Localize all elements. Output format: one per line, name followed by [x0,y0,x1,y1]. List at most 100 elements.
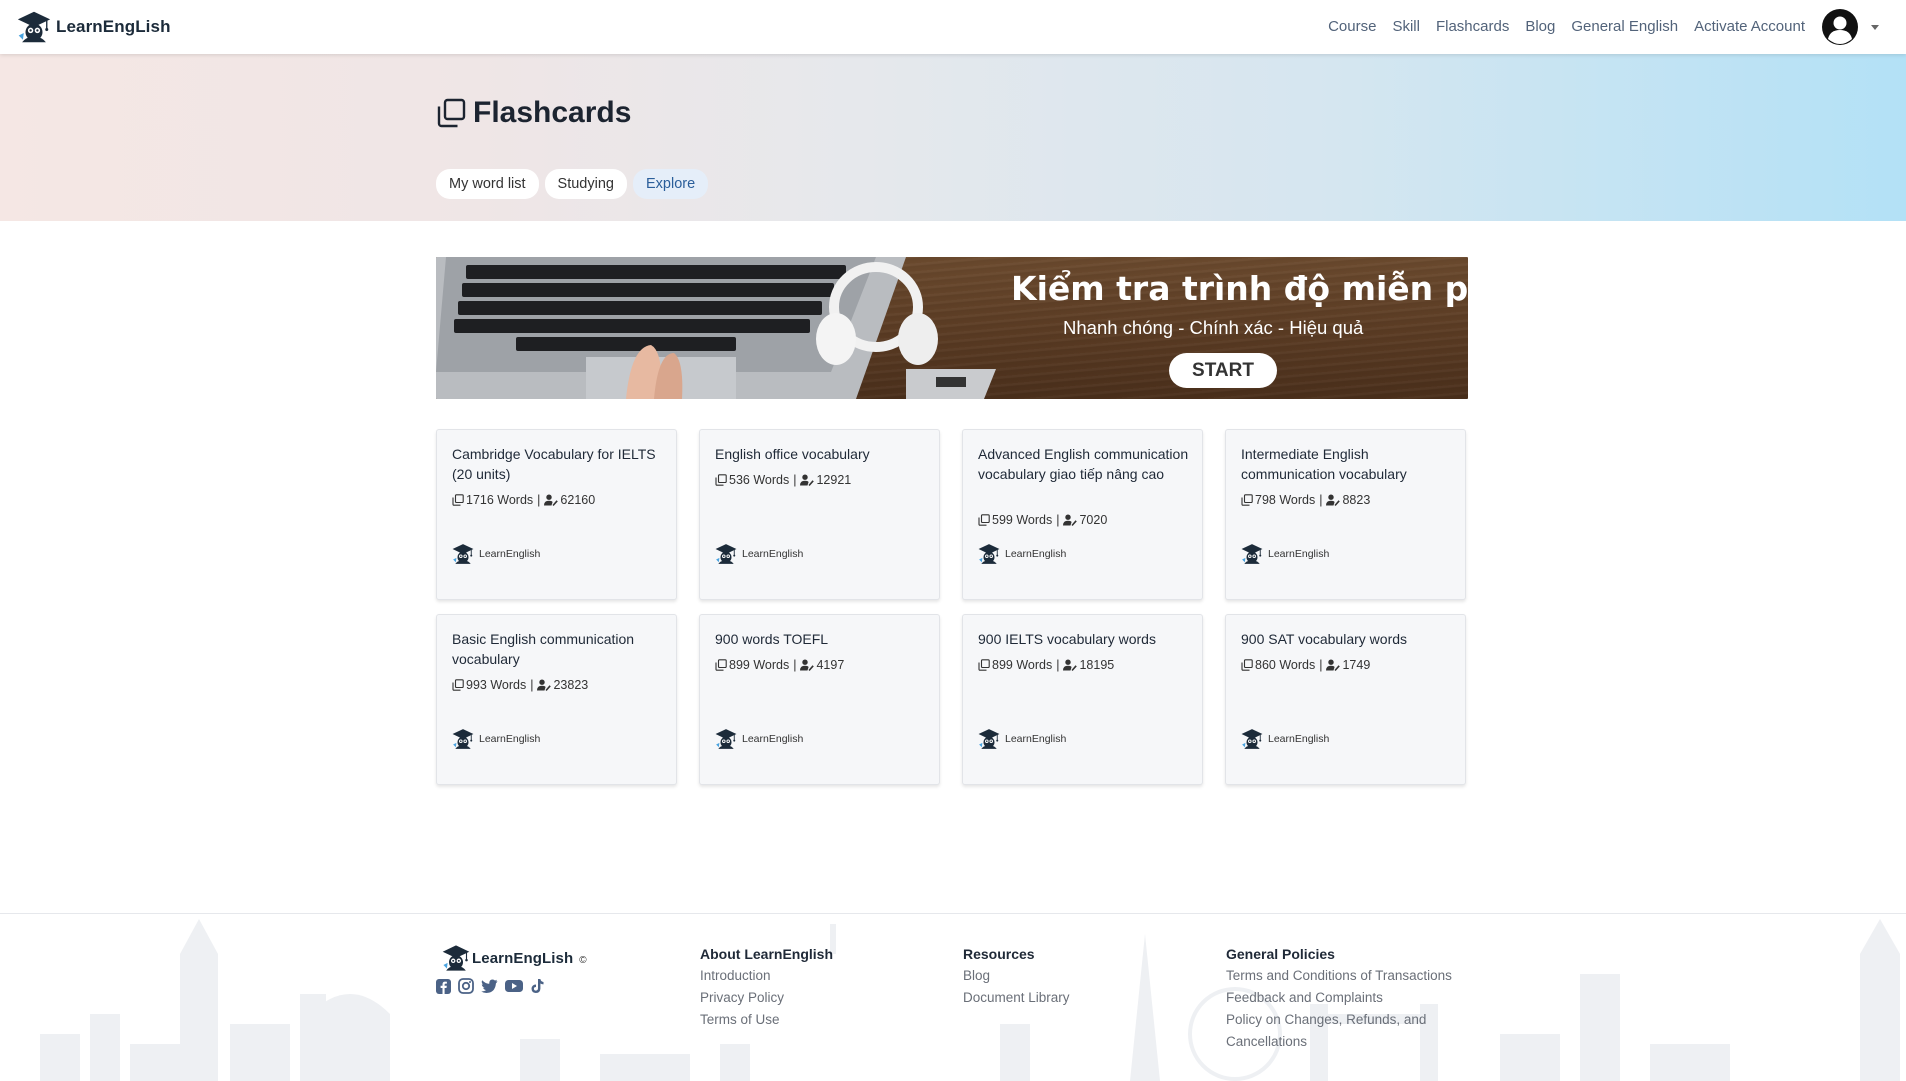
card-word-count: 536 Words [729,473,790,487]
card-meta: 899 Words | 18195 [978,658,1114,672]
flashcard-set-card[interactable]: Basic English communication vocabulary 9… [436,614,677,785]
footer-link-feedback-complaints[interactable]: Feedback and Complaints [1226,987,1476,1009]
cards-icon [715,474,727,486]
card-author-name: LearnEnglish [479,733,541,745]
hero-header: Flashcards My word list Studying Explore [0,54,1906,221]
page-title: Flashcards [436,96,631,130]
nav-link-skill[interactable]: Skill [1392,9,1420,45]
tiktok-icon[interactable] [530,978,545,994]
twitter-icon[interactable] [481,979,498,994]
learners-icon [1063,659,1077,671]
footer-about-column: About LearnEnglish Introduction Privacy … [700,945,833,1031]
footer-link-introduction[interactable]: Introduction [700,965,833,987]
footer-about-title: About LearnEnglish [700,946,833,962]
author-logo-icon [452,728,474,750]
card-author: LearnEnglish [1241,728,1329,750]
footer-link-refund-policy[interactable]: Policy on Changes, Refunds, and Cancella… [1226,1009,1476,1053]
site-footer: LearnEngLish © About LearnEnglish Introd… [0,913,1906,1081]
copyright-symbol: © [579,954,587,966]
card-author: LearnEnglish [452,543,540,565]
nav-link-activate-account[interactable]: Activate Account [1694,9,1805,45]
card-author: LearnEnglish [978,728,1066,750]
footer-link-document-library[interactable]: Document Library [963,987,1070,1009]
tab-studying[interactable]: Studying [544,169,627,199]
card-author-name: LearnEnglish [742,733,804,745]
author-logo-icon [1241,543,1263,565]
footer-logo-icon [440,944,472,972]
tab-explore[interactable]: Explore [632,169,709,199]
tab-my-word-list[interactable]: My word list [436,169,539,199]
card-word-count: 993 Words [466,678,527,692]
card-author: LearnEnglish [978,543,1066,565]
card-meta: 1716 Words | 62160 [452,493,595,507]
card-author: LearnEnglish [1241,543,1329,565]
cards-icon [978,514,990,526]
instagram-icon[interactable] [458,978,474,994]
card-learner-count: 7020 [1079,513,1108,527]
flashcard-set-card[interactable]: English office vocabulary 536 Words | 12… [699,429,940,600]
nav-links: Course Skill Flashcards Blog General Eng… [1312,8,1879,46]
card-author-name: LearnEnglish [479,548,541,560]
footer-policies-title: General Policies [1226,946,1335,962]
learners-icon [1063,514,1077,526]
card-title: Cambridge Vocabulary for IELTS (20 units… [452,446,656,482]
card-word-count: 599 Words [992,513,1053,527]
brand-logo-link[interactable]: LearnEngLish [15,10,171,44]
banner-title: Kiểm tra trình độ miễn phí [1011,269,1468,308]
cards-icon [715,659,727,671]
card-learner-count: 23823 [553,678,589,692]
card-author-name: LearnEnglish [742,548,804,560]
nav-link-blog[interactable]: Blog [1525,9,1555,45]
learners-icon [1326,659,1340,671]
card-word-count: 798 Words [1255,493,1316,507]
footer-link-terms-conditions[interactable]: Terms and Conditions of Transactions [1226,965,1476,987]
footer-resources-column: Resources Blog Document Library [963,945,1070,1009]
flashcard-set-card[interactable]: Advanced English communication vocabular… [962,429,1203,600]
author-logo-icon [978,543,1000,565]
banner-start-button[interactable]: START [1169,353,1277,388]
facebook-icon[interactable] [436,978,451,994]
flashcard-set-card[interactable]: 900 SAT vocabulary words 860 Words | 174… [1225,614,1466,785]
nav-link-course[interactable]: Course [1328,9,1376,45]
flashcard-set-card[interactable]: 900 IELTS vocabulary words 899 Words | 1… [962,614,1203,785]
cards-icon [452,679,464,691]
card-learner-count: 4197 [816,658,845,672]
author-logo-icon [452,543,474,565]
user-avatar-icon[interactable] [1821,8,1859,46]
learners-icon [544,494,558,506]
learners-icon [537,679,551,691]
promo-banner[interactable]: Kiểm tra trình độ miễn phí Nhanh chóng -… [436,257,1468,399]
social-links [436,978,545,994]
learners-icon [1326,494,1340,506]
card-learner-count: 12921 [816,473,852,487]
flashcard-set-grid: Cambridge Vocabulary for IELTS (20 units… [436,429,1469,785]
flashcard-tabs: My word list Studying Explore [436,169,709,199]
nav-link-flashcards[interactable]: Flashcards [1436,9,1509,45]
author-logo-icon [1241,728,1263,750]
card-author-name: LearnEnglish [1268,548,1330,560]
footer-link-blog[interactable]: Blog [963,965,1070,987]
card-title: English office vocabulary [715,446,870,462]
card-learner-count: 18195 [1079,658,1115,672]
footer-link-terms-of-use[interactable]: Terms of Use [700,1009,833,1031]
footer-brand[interactable]: LearnEngLish © [440,944,587,972]
account-dropdown-caret-icon[interactable] [1871,24,1879,30]
card-author-name: LearnEnglish [1005,733,1067,745]
footer-link-privacy-policy[interactable]: Privacy Policy [700,987,833,1009]
flashcard-set-card[interactable]: Intermediate English communication vocab… [1225,429,1466,600]
card-learner-count: 8823 [1342,493,1371,507]
flashcard-set-card[interactable]: Cambridge Vocabulary for IELTS (20 units… [436,429,677,600]
youtube-icon[interactable] [505,979,523,993]
nav-link-general-english[interactable]: General English [1571,9,1678,45]
card-author: LearnEnglish [452,728,540,750]
card-word-count: 860 Words [1255,658,1316,672]
footer-brand-name: LearnEngLish [472,949,574,967]
learners-icon [800,659,814,671]
author-logo-icon [715,543,737,565]
flashcard-set-card[interactable]: 900 words TOEFL 899 Words | 4197 LearnEn… [699,614,940,785]
card-author: LearnEnglish [715,543,803,565]
learners-icon [800,474,814,486]
card-title: 900 SAT vocabulary words [1241,631,1408,647]
card-title: 900 words TOEFL [715,631,829,647]
card-title: Intermediate English communication vocab… [1241,446,1407,482]
